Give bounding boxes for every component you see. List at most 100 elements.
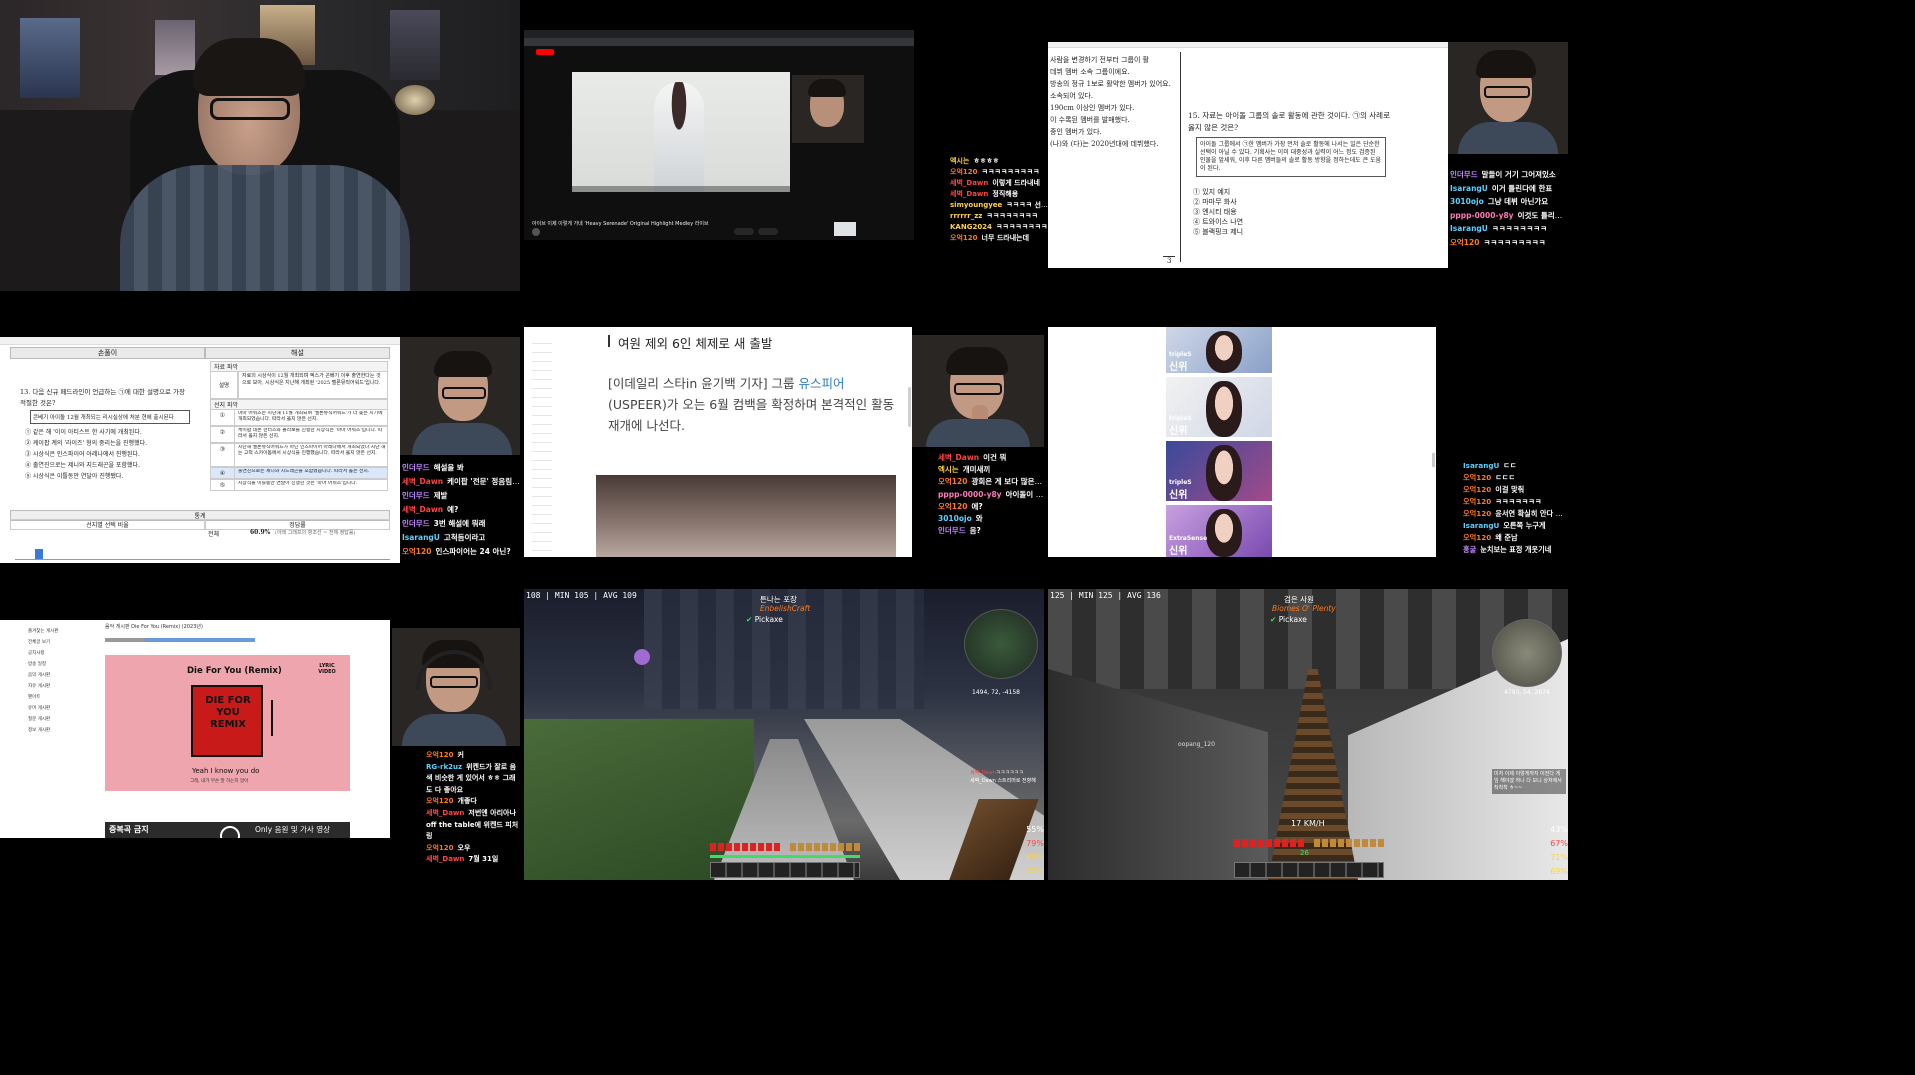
- chat-username[interactable]: 세벽_Dawn: [970, 770, 996, 776]
- chat-username[interactable]: 인더무드: [402, 519, 430, 528]
- minecraft-tile-1[interactable]: 108 | MIN 105 | AVG 109 튼나는 포장 EnbelishC…: [524, 589, 1044, 880]
- image-scroll-handle[interactable]: [1432, 453, 1435, 467]
- exam-q13-box: 콘베기 아이돌 12월 개최되는 리시실상에 처분 현에 출시된다: [30, 410, 190, 424]
- chat-username[interactable]: IsarangU: [402, 533, 440, 542]
- chat-username[interactable]: 오억120: [1450, 238, 1479, 247]
- answer-option[interactable]: ④ 출연진으로는 제니와 지드래곤을 포함했다.: [25, 460, 200, 471]
- sidebar-item[interactable]: 자유 게시판: [28, 681, 100, 692]
- post-link[interactable]: [105, 638, 255, 642]
- browser-addressbar[interactable]: [524, 38, 914, 46]
- chat-username[interactable]: 3010ojo: [938, 514, 972, 523]
- chat-username[interactable]: 세벽_Dawn: [950, 179, 988, 187]
- channel-avatar[interactable]: [532, 228, 540, 236]
- chat-username[interactable]: 오억120: [426, 751, 454, 759]
- sidebar-item[interactable]: 팬아트: [28, 692, 100, 703]
- mc-minimap[interactable]: [964, 609, 1038, 679]
- sidebar-item[interactable]: 정보 게시판: [28, 725, 100, 736]
- photo-card[interactable]: tripleS 신위: [1166, 377, 1272, 437]
- youtube-logo-icon[interactable]: [536, 49, 554, 55]
- browser-tabbar[interactable]: [524, 30, 914, 38]
- answer-option[interactable]: ③ 엔시티 태용: [1193, 207, 1313, 217]
- mc2-minimap[interactable]: [1492, 619, 1562, 687]
- chat-username[interactable]: 세벽_Dawn: [938, 453, 979, 462]
- play-cursor[interactable]: [271, 700, 273, 736]
- chat-username[interactable]: KANG2024: [950, 223, 992, 231]
- answer-option[interactable]: ② 케이팝 계의 '라이즈' 형의 중리는을 진행했다.: [25, 438, 200, 449]
- chat-username[interactable]: RG-rk2uz: [426, 763, 462, 771]
- chat-username[interactable]: 오억120: [1463, 533, 1491, 542]
- chat-username[interactable]: rrrrrr_zz: [950, 212, 982, 220]
- chat-username[interactable]: 인더무드: [1450, 170, 1478, 179]
- like-button[interactable]: [734, 228, 754, 235]
- news-image[interactable]: [596, 475, 896, 557]
- chat-username[interactable]: 오억120: [426, 797, 454, 805]
- photo-card[interactable]: tripleS 신위: [1166, 327, 1272, 373]
- exam-q13-options[interactable]: ① 같은 해 '이이 아티스트 한 사기에 개최된다. ② 케이팝 계의 '라이즈…: [25, 427, 200, 482]
- share-button[interactable]: [758, 228, 778, 235]
- chat-username[interactable]: pppp-0000-y8y: [1450, 211, 1514, 220]
- chat-username[interactable]: simyoungyee: [950, 201, 1002, 209]
- answer-option[interactable]: ③ 시상식은 인스파이어 아레나에서 진행된다.: [25, 449, 200, 460]
- chat-username[interactable]: 오억120: [938, 502, 967, 511]
- chat-username[interactable]: 세벽_Dawn: [402, 477, 443, 486]
- sidebar-item[interactable]: 전체글 보기: [28, 637, 100, 648]
- choice-text: 마마 어워즈는 지난해 11월 개최되며 '멜론뮤직어워드'가 더 늦은 시기에…: [238, 411, 383, 422]
- sidebar-item[interactable]: 공지사항: [28, 648, 100, 659]
- sidebar-item[interactable]: 방송 일정: [28, 659, 100, 670]
- pdf-toolbar-2[interactable]: [0, 337, 400, 345]
- chat-username[interactable]: 오억120: [1463, 497, 1491, 506]
- chat-username[interactable]: 세벽_Dawn: [950, 190, 988, 198]
- sidebar-item[interactable]: 질문 게시판: [28, 714, 100, 725]
- video-controls[interactable]: [572, 186, 790, 192]
- chat-username[interactable]: 인더무드: [402, 491, 430, 500]
- chat-username[interactable]: 엑시는: [938, 465, 959, 474]
- chat-username[interactable]: 세벽_Dawn: [402, 505, 443, 514]
- pdf-toolbar[interactable]: [1048, 42, 1448, 48]
- chat-username[interactable]: IsarangU: [1450, 184, 1488, 193]
- play-icon[interactable]: [220, 826, 240, 838]
- chat-username[interactable]: 세벽_Dawn: [426, 809, 464, 817]
- chat-username[interactable]: 오억120: [1463, 485, 1491, 494]
- mc-hotbar[interactable]: [710, 862, 860, 878]
- photo-card[interactable]: tripleS 신위: [1166, 441, 1272, 501]
- chat-username[interactable]: 엑시는: [950, 157, 969, 165]
- chat-username[interactable]: IsarangU: [1450, 224, 1488, 233]
- photo-card[interactable]: ExtraSense 신위: [1166, 505, 1272, 557]
- chat-username[interactable]: 홍굴: [1463, 545, 1476, 554]
- sidebar-item[interactable]: 음악 게시판: [28, 670, 100, 681]
- answer-option[interactable]: ① 같은 해 '이이 아티스트 한 사기에 개최된다.: [25, 427, 200, 438]
- chat-message: 인더무드 해설을 봐: [402, 461, 520, 475]
- answer-option[interactable]: ① 있지 예지: [1193, 187, 1313, 197]
- chat-username[interactable]: 3010ojo: [1450, 197, 1484, 206]
- video-player[interactable]: [572, 72, 790, 192]
- chat-username[interactable]: IsarangU: [1463, 521, 1499, 530]
- youtube-embed[interactable]: Die For You (Remix) LYRIC VIDEO DIE FOR …: [105, 655, 350, 791]
- chat-username[interactable]: 오억120: [1463, 509, 1491, 518]
- exam-q15-options[interactable]: ① 있지 예지 ② 마마무 화사 ③ 엔시티 태용 ④ 트와이스 나연 ⑤ 블랙핑크 제…: [1193, 187, 1313, 237]
- column-divider: [1180, 52, 1181, 262]
- chat-username[interactable]: 오억120: [1463, 473, 1491, 482]
- answer-option[interactable]: ② 마마무 화사: [1193, 197, 1313, 207]
- answer-option[interactable]: ④ 트와이스 나연: [1193, 217, 1313, 227]
- chat-username[interactable]: 오억120: [938, 477, 967, 486]
- news-link-uspeer[interactable]: 유스피어: [799, 376, 845, 391]
- chat-username[interactable]: 인더무드: [938, 526, 966, 535]
- chat-username[interactable]: IsarangU: [1463, 461, 1499, 470]
- chat-username[interactable]: 인더무드: [402, 463, 430, 472]
- chat-username[interactable]: 세벽_Dawn: [426, 855, 464, 863]
- mc2-hotbar[interactable]: [1234, 862, 1384, 878]
- sidebar-item[interactable]: 유머 게시판: [28, 703, 100, 714]
- check-icon: ✔: [746, 615, 753, 624]
- sidebar-item[interactable]: 즐겨찾는 게시판: [28, 626, 100, 637]
- chat-message: IsarangU 오른쪽 누구게: [1463, 520, 1568, 532]
- chat-username[interactable]: 오억120: [950, 234, 978, 242]
- chat-username[interactable]: 오억120: [950, 168, 978, 176]
- chat-username[interactable]: 오억120: [402, 547, 431, 556]
- answer-option[interactable]: ⑤ 시상식은 이틀동안 연달아 진행됐다.: [25, 471, 200, 482]
- minecraft-tile-2[interactable]: 125 | MIN 125 | AVG 136 검은 사원 Biomes O' …: [1048, 589, 1568, 880]
- news-scrollbar[interactable]: [908, 387, 911, 427]
- chat-username[interactable]: 오억120: [426, 844, 454, 852]
- chat-username[interactable]: pppp-0000-y8y: [938, 490, 1002, 499]
- answer-option[interactable]: ⑤ 블랙핑크 제니: [1193, 227, 1313, 237]
- related-video-thumb[interactable]: [834, 222, 856, 236]
